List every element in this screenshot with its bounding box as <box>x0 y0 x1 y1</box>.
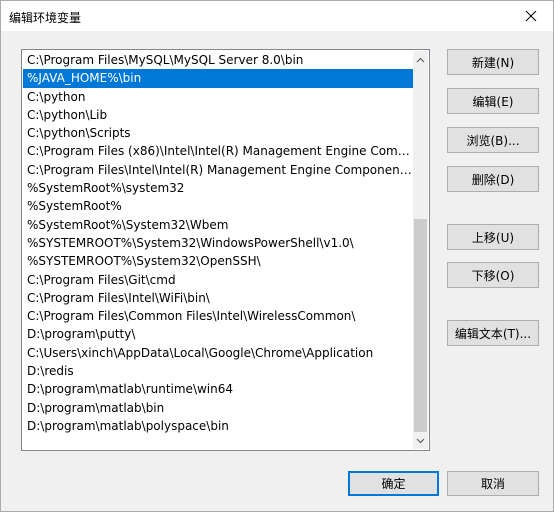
scroll-down-button[interactable] <box>413 432 428 449</box>
close-button[interactable] <box>509 1 553 31</box>
scroll-thumb[interactable] <box>414 219 427 432</box>
path-list-item[interactable]: C:\python <box>23 88 414 106</box>
path-list-item[interactable]: %JAVA_HOME%\bin <box>23 69 414 88</box>
chevron-up-icon <box>416 57 425 62</box>
path-list-item[interactable]: C:\Program Files\Common Files\Intel\Wire… <box>23 307 414 325</box>
path-list-item[interactable]: C:\python\Scripts <box>23 124 414 142</box>
path-listbox[interactable]: C:\Program Files\MySQL\MySQL Server 8.0\… <box>21 49 430 451</box>
move-down-button[interactable]: 下移(O) <box>447 262 539 288</box>
path-list-item[interactable]: D:\program\matlab\runtime\win64 <box>23 380 414 398</box>
edit-env-var-dialog: 编辑环境变量 C:\Program Files\MySQL\MySQL Serv… <box>0 0 554 512</box>
scroll-up-button[interactable] <box>413 51 428 68</box>
ok-button[interactable]: 确定 <box>348 471 439 496</box>
path-list-item[interactable]: C:\Program Files\Intel\Intel(R) Manageme… <box>23 161 414 179</box>
path-list-item[interactable]: C:\Program Files\Git\cmd <box>23 271 414 289</box>
path-list-item[interactable]: %SYSTEMROOT%\System32\OpenSSH\ <box>23 252 414 270</box>
chevron-down-icon <box>416 438 425 443</box>
path-list-item[interactable]: D:\program\matlab\bin <box>23 399 414 417</box>
new-button[interactable]: 新建(N) <box>447 49 539 75</box>
path-list-item[interactable]: %SystemRoot% <box>23 197 414 215</box>
path-list-item[interactable]: D:\program\putty\ <box>23 325 414 343</box>
delete-button[interactable]: 删除(D) <box>447 166 539 192</box>
vertical-scrollbar[interactable] <box>413 51 428 449</box>
path-list-item[interactable]: C:\Users\xinch\AppData\Local\Google\Chro… <box>23 344 414 362</box>
move-up-button[interactable]: 上移(U) <box>447 224 539 250</box>
close-icon <box>525 10 537 22</box>
edit-text-button[interactable]: 编辑文本(T)... <box>447 320 539 346</box>
path-list-item[interactable]: D:\redis <box>23 362 414 380</box>
edit-button[interactable]: 编辑(E) <box>447 88 539 114</box>
path-list-item[interactable]: %SystemRoot%\System32\Wbem <box>23 216 414 234</box>
path-list-item[interactable]: C:\Program Files\Intel\WiFi\bin\ <box>23 289 414 307</box>
path-list-item[interactable]: C:\Program Files (x86)\Intel\Intel(R) Ma… <box>23 142 414 160</box>
browse-button[interactable]: 浏览(B)... <box>447 127 539 153</box>
path-list-item[interactable]: C:\Program Files\MySQL\MySQL Server 8.0\… <box>23 51 414 69</box>
title-bar: 编辑环境变量 <box>1 1 553 31</box>
path-list: C:\Program Files\MySQL\MySQL Server 8.0\… <box>23 51 414 435</box>
dialog-title: 编辑环境变量 <box>9 11 82 25</box>
path-list-item[interactable]: %SYSTEMROOT%\System32\WindowsPowerShell\… <box>23 234 414 252</box>
path-list-item[interactable]: D:\program\matlab\polyspace\bin <box>23 417 414 435</box>
path-list-item[interactable]: C:\python\Lib <box>23 106 414 124</box>
path-list-item[interactable]: %SystemRoot%\system32 <box>23 179 414 197</box>
cancel-button[interactable]: 取消 <box>447 471 539 496</box>
